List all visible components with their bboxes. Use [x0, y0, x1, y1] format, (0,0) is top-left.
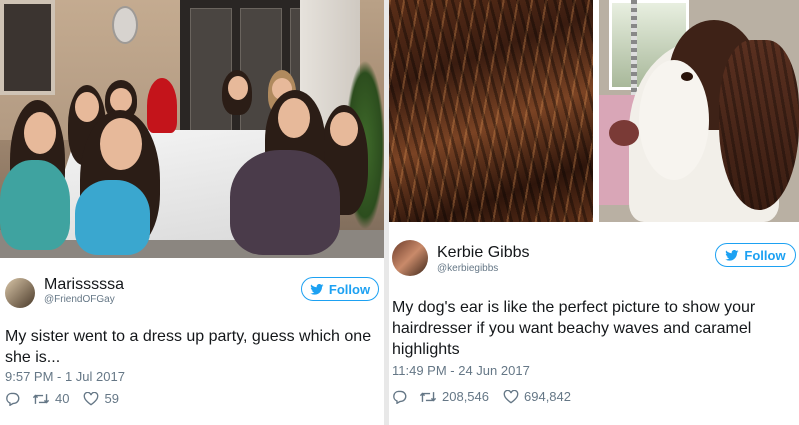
- retweet-button[interactable]: 208,546: [419, 389, 489, 404]
- user-handle[interactable]: @FriendOFGay: [44, 294, 115, 305]
- reply-icon: [393, 390, 407, 404]
- photo-wall-plate: [112, 6, 138, 44]
- photo-face: [110, 88, 132, 112]
- tweet-timestamp[interactable]: 11:49 PM - 24 Jun 2017: [392, 363, 530, 378]
- twitter-bird-icon: [725, 249, 739, 261]
- user-display-name[interactable]: Kerbie Gibbs: [437, 244, 530, 262]
- user-handle[interactable]: @kerbiegibbs: [437, 263, 498, 274]
- user-avatar[interactable]: [5, 278, 35, 308]
- tweet-text-line: My dog's ear is like the perfect picture…: [392, 299, 756, 316]
- retweet-icon: [419, 391, 437, 402]
- photo-spiderman-costume: [147, 78, 177, 133]
- like-icon: [84, 391, 99, 405]
- tweet-actions: 208,546 694,842: [392, 389, 571, 404]
- like-count: 59: [104, 391, 119, 406]
- tweet-timestamp[interactable]: 9:57 PM - 1 Jul 2017: [5, 369, 125, 384]
- photo-window: [0, 0, 55, 95]
- tweet-text: My dog's ear is like the perfect picture…: [392, 297, 797, 360]
- photo-face: [24, 112, 56, 154]
- photo-person-dress: [75, 180, 150, 255]
- tweet-text-line: hairdresser if you want beachy waves and…: [392, 320, 752, 337]
- tweet-text-line: My sister went to a dress up party, gues…: [5, 328, 372, 345]
- tweet-text-line: she is...: [5, 349, 61, 366]
- user-avatar[interactable]: [392, 240, 428, 276]
- like-button[interactable]: 59: [83, 391, 119, 406]
- photo-person-dress: [230, 150, 340, 255]
- twitter-bird-icon: [310, 283, 324, 295]
- retweet-icon: [32, 393, 50, 404]
- party-photo[interactable]: [0, 0, 384, 258]
- photo-chain: [631, 0, 637, 100]
- tweet-actions: 40 59: [5, 391, 119, 406]
- like-icon: [503, 389, 519, 403]
- like-button[interactable]: 694,842: [503, 389, 571, 404]
- tweet-text: My sister went to a dress up party, gues…: [5, 326, 383, 368]
- right-tweet-card: Kerbie Gibbs @kerbiegibbs Follow My dog'…: [389, 0, 799, 425]
- follow-button-label: Follow: [328, 281, 371, 297]
- photo-face: [75, 92, 99, 122]
- retweet-count: 208,546: [442, 389, 489, 404]
- reply-button[interactable]: [392, 390, 407, 404]
- dog-ear: [719, 40, 799, 210]
- dog-nose: [609, 120, 639, 146]
- user-display-name[interactable]: Marisssssa: [44, 276, 124, 294]
- reply-button[interactable]: [5, 392, 20, 406]
- like-count: 694,842: [524, 389, 571, 404]
- dog-muzzle: [639, 60, 709, 180]
- hair-photo[interactable]: [389, 0, 593, 222]
- photo-face: [100, 118, 142, 170]
- retweet-button[interactable]: 40: [32, 391, 69, 406]
- retweet-count: 40: [55, 391, 70, 406]
- photo-face: [278, 98, 310, 138]
- dog-eye: [681, 72, 693, 81]
- follow-button-label: Follow: [744, 247, 786, 263]
- reply-icon: [6, 392, 20, 406]
- tweet-text-line: highlights: [392, 341, 460, 358]
- photo-face: [330, 112, 358, 146]
- photo-person-dress: [0, 160, 70, 250]
- follow-button[interactable]: Follow: [301, 277, 379, 301]
- follow-button[interactable]: Follow: [715, 243, 796, 267]
- photo-face: [228, 76, 248, 100]
- dog-photo[interactable]: [599, 0, 799, 222]
- left-tweet-card: Marisssssa @FriendOFGay Follow My sister…: [0, 0, 384, 425]
